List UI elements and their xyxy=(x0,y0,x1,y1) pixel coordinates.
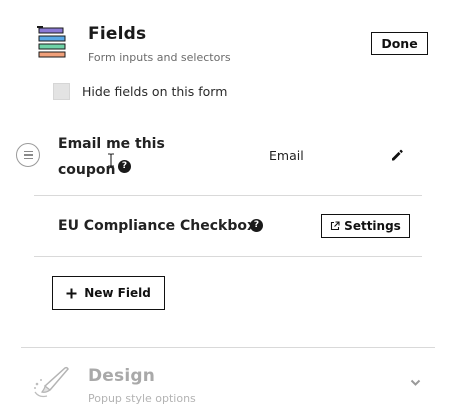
text-cursor-icon xyxy=(108,153,114,167)
design-section-title[interactable]: Design xyxy=(88,366,155,386)
field-name: EU Compliance Checkbox xyxy=(58,218,257,234)
help-icon[interactable]: ? xyxy=(250,219,263,232)
plus-icon xyxy=(66,288,77,298)
settings-label: Settings xyxy=(344,219,401,233)
row-divider xyxy=(34,256,422,257)
hide-fields-label: Hide fields on this form xyxy=(82,84,228,99)
design-section-subtitle: Popup style options xyxy=(88,392,196,405)
help-icon[interactable]: ? xyxy=(118,160,131,173)
paintbrush-icon xyxy=(34,366,69,398)
drag-handle-icon[interactable] xyxy=(16,143,40,167)
chevron-down-icon[interactable] xyxy=(410,379,421,387)
row-divider xyxy=(34,195,422,196)
done-button[interactable]: Done xyxy=(371,32,428,55)
hide-fields-checkbox[interactable] xyxy=(53,83,70,100)
fields-stack-icon xyxy=(37,26,66,58)
field-name: Email me this coupon xyxy=(58,136,165,178)
new-field-button[interactable]: New Field xyxy=(52,276,165,310)
section-divider xyxy=(21,347,435,348)
section-subtitle: Form inputs and selectors xyxy=(88,51,231,64)
field-type: Email xyxy=(269,148,304,163)
external-link-icon xyxy=(331,221,340,231)
pencil-icon[interactable] xyxy=(390,148,404,162)
section-title: Fields xyxy=(88,24,147,44)
settings-button[interactable]: Settings xyxy=(321,214,410,238)
new-field-label: New Field xyxy=(84,286,151,300)
